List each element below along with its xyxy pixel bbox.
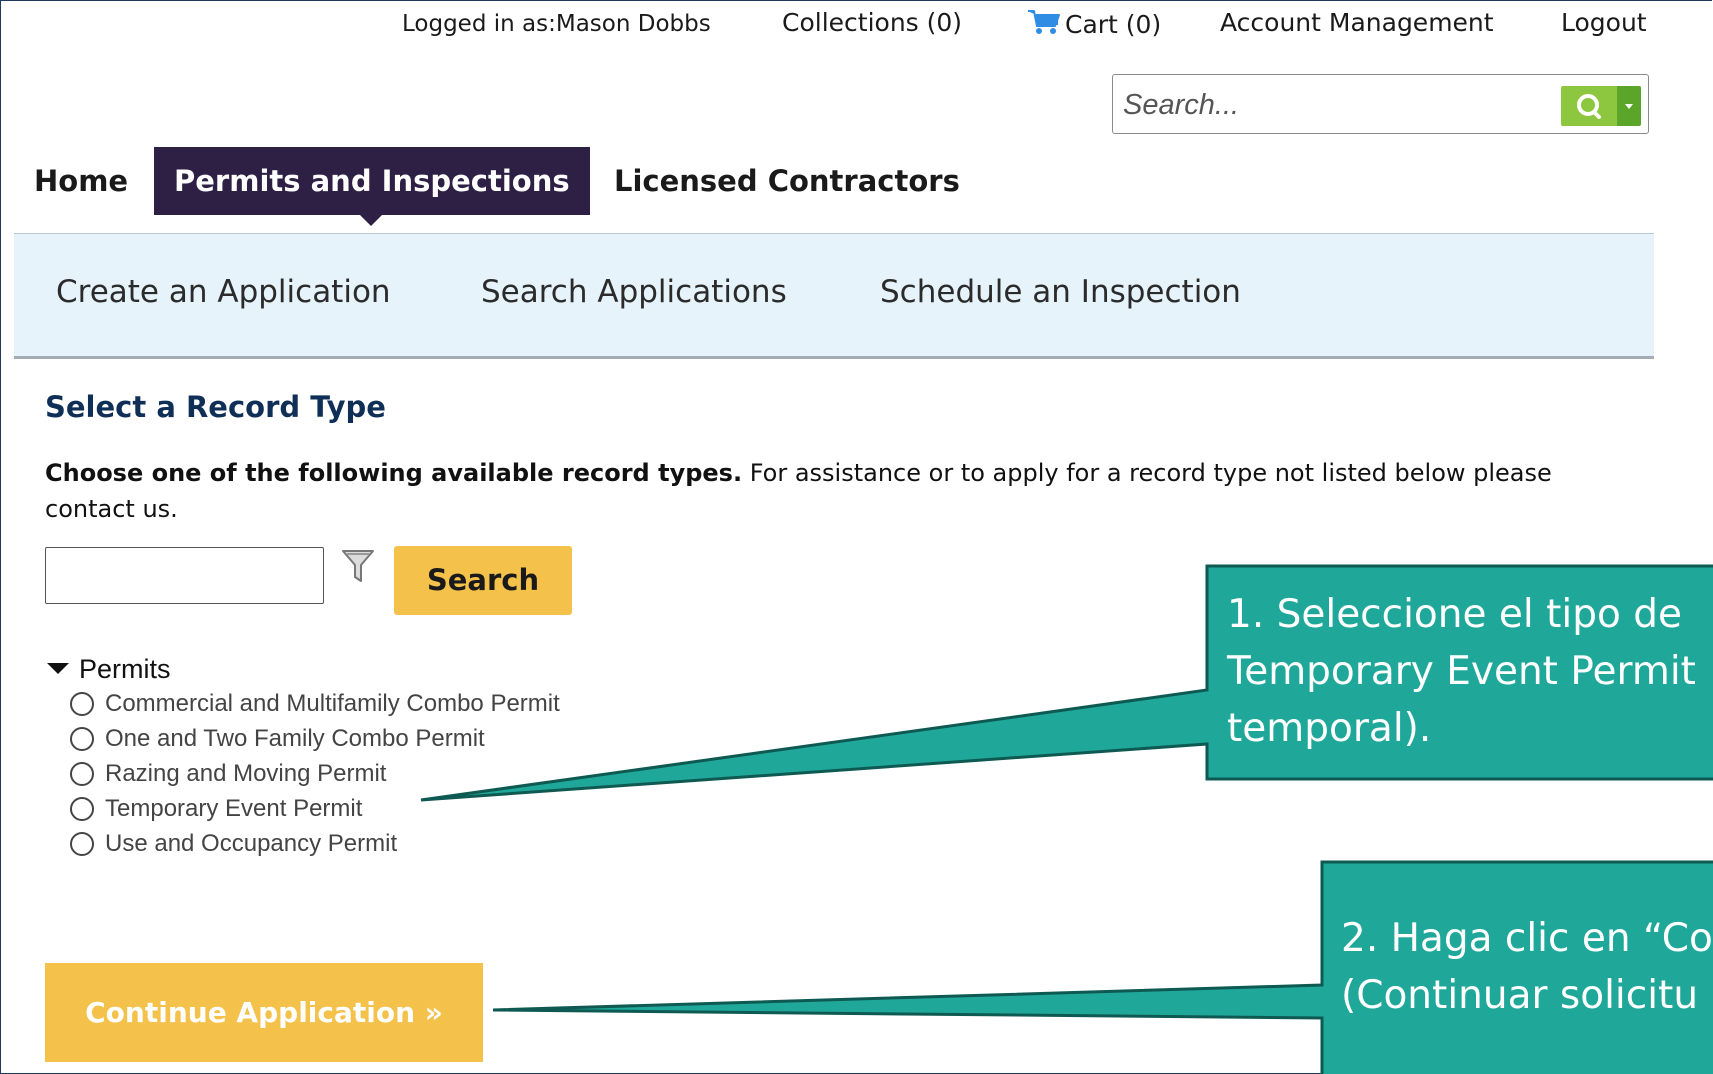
callout-1-line: 1. Seleccione el tipo de	[1227, 592, 1682, 637]
callout-2-line: 2. Haga clic en “Co	[1341, 916, 1713, 961]
callout-1-text: 1. Seleccione el tipo de Temporary Event…	[1227, 586, 1696, 757]
callout-2-text: 2. Haga clic en “Co (Continuar solicitu	[1341, 910, 1713, 1024]
callout-1-line: Temporary Event Permit	[1227, 649, 1696, 694]
callout-1-line: temporal).	[1227, 706, 1432, 751]
callout-2-line: (Continuar solicitu	[1341, 973, 1699, 1018]
